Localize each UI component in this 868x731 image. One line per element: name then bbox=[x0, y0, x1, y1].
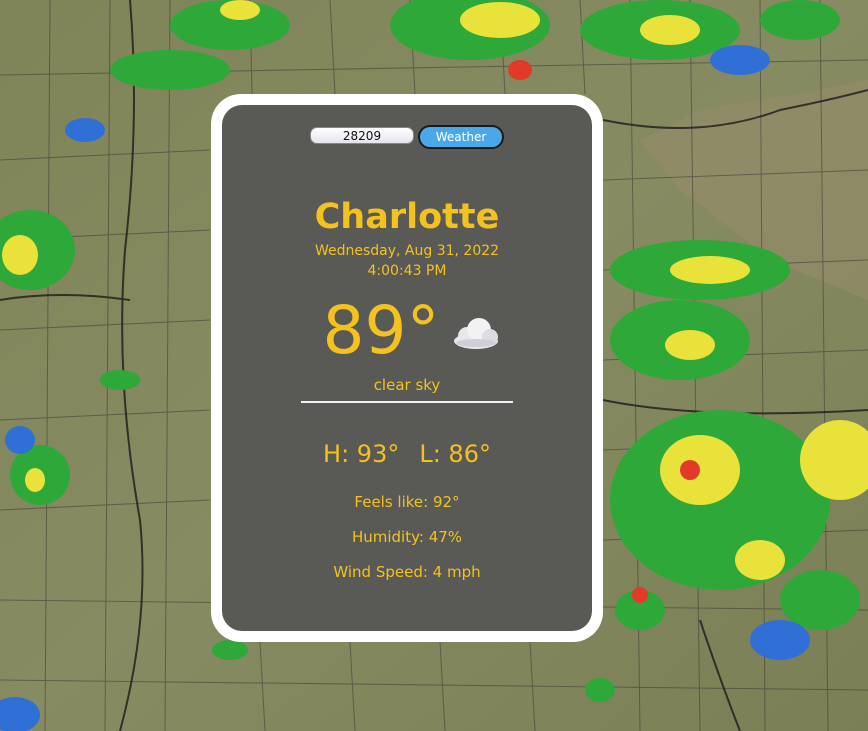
zip-code-input[interactable] bbox=[310, 127, 414, 144]
weather-description: clear sky bbox=[373, 376, 441, 394]
high-temperature: H: 93° bbox=[323, 440, 400, 468]
wind-speed: Wind Speed: 4 mph bbox=[333, 563, 481, 581]
current-time: 4:00:43 PM bbox=[367, 263, 447, 279]
city-name: Charlotte bbox=[314, 197, 500, 237]
divider bbox=[301, 401, 513, 403]
weather-button[interactable]: Weather bbox=[418, 125, 504, 149]
current-temperature: 89° bbox=[322, 292, 440, 369]
weather-card-panel: Weather Charlotte Wednesday, Aug 31, 202… bbox=[222, 105, 592, 631]
feels-like: Feels like: 92° bbox=[354, 493, 460, 511]
weather-card: Weather Charlotte Wednesday, Aug 31, 202… bbox=[211, 94, 603, 642]
current-date: Wednesday, Aug 31, 2022 bbox=[314, 243, 500, 259]
temperature-row: 89° bbox=[222, 295, 592, 367]
humidity: Humidity: 47% bbox=[351, 528, 463, 546]
high-low-temperatures: H: 93° L: 86° bbox=[222, 439, 592, 469]
cloud-icon bbox=[454, 318, 499, 349]
low-temperature: L: 86° bbox=[419, 440, 491, 468]
search-bar: Weather bbox=[222, 125, 592, 149]
